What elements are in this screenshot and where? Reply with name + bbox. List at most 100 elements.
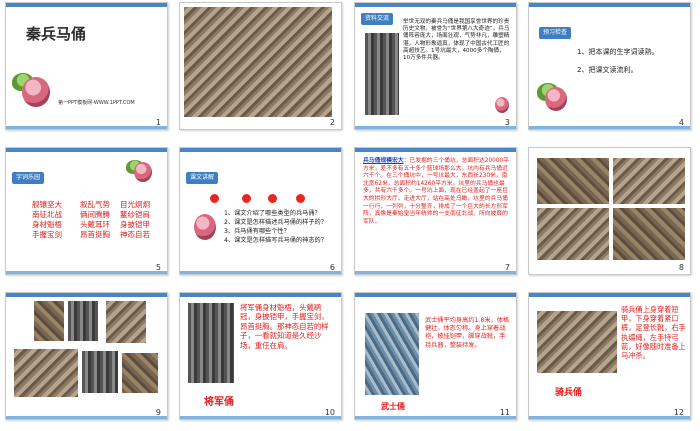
red-dot-icon [242, 194, 251, 203]
word-column-3: 目光炯炯 鳌纱铠肩 身披铠甲 神态自若 [120, 200, 150, 240]
section-tag: 字词乐园 [12, 172, 45, 184]
checklist-item: 2、把课文读流利。 [577, 66, 638, 74]
slide-footer: 第一PPT模板网-WWW.1PPT.COM [58, 100, 135, 106]
slide-top-bar [180, 148, 341, 152]
bronze-chariot-photo [365, 33, 399, 115]
section-tag: 预习检查 [539, 27, 572, 39]
slide-number: 8 [678, 263, 684, 272]
lead-phrase: 兵马俑规模宏大 [363, 158, 404, 164]
slide-bottom-bar [529, 416, 690, 419]
question-item: 3、兵马俑有哪些个性？ [224, 228, 290, 235]
cartoon-mascot-icon [545, 87, 567, 111]
slide-number: 1 [155, 118, 161, 127]
word-item: 身披铠甲 [120, 220, 150, 229]
word-item: 头戴耳环 [80, 220, 110, 229]
word-item: 手握宝剑 [32, 230, 62, 239]
word-item: 俩间腾腾 [80, 210, 110, 219]
slide-number: 9 [155, 408, 161, 417]
slide-thumbnail-4[interactable]: 预习检查 1、把本课的生字词读熟。 2、把课文读流利。 4 [528, 2, 691, 130]
warrior-figures-photo [68, 301, 98, 341]
slide-thumbnail-1[interactable]: 秦兵马俑 第一PPT模板网-WWW.1PPT.COM 1 [5, 2, 168, 130]
word-item: 南征北战 [32, 210, 62, 219]
slide-top-bar [529, 3, 690, 7]
slide-body-text: 举世无双的秦兵马俑是我国享誉世界的珍贵历史文物，被誉为“世界第八大奇迹”。兵马俑… [403, 19, 510, 62]
slide-number: 11 [499, 408, 510, 417]
slide-thumbnail-11[interactable]: 武士俑 武士俑平均身高约1.8米，体格健壮，体态匀称。身上穿着战袍，披挂铠甲，脚… [354, 292, 517, 420]
slide-top-bar [180, 293, 341, 297]
slide-thumbnail-6[interactable]: 课文讲解 1、课文介绍了哪些类型的兵马俑？ 2、课文是怎样描述兵马俑的样子的？ … [179, 147, 342, 275]
slide-title: 秦兵马俑 [26, 25, 87, 43]
slide-bottom-bar [529, 126, 690, 129]
slide-top-bar [355, 148, 516, 152]
word-item: 昂首挺胸 [80, 230, 110, 239]
image-caption: 将军俑 [204, 397, 234, 408]
slide-thumbnail-9[interactable]: 9 [5, 292, 168, 420]
slide-bottom-bar [6, 271, 167, 274]
slide-bottom-bar [6, 416, 167, 419]
army-ranks-photo [14, 349, 78, 397]
red-dot-icon [296, 194, 305, 203]
image-caption: 骑兵俑 [555, 388, 583, 398]
section-tag: 课文讲解 [186, 172, 219, 184]
slide-top-bar [355, 3, 516, 7]
terracotta-pit-photo [537, 208, 609, 260]
slide-number: 3 [504, 118, 510, 127]
body-paragraph: ：已发掘的三个俑坑，总面积达20000平方米，差不多有五十多个篮球场那么大。坑内… [363, 158, 509, 225]
slide-top-bar [6, 293, 167, 297]
word-item: 叙乱气势 [80, 200, 110, 209]
slide-number: 12 [673, 408, 684, 417]
slide-number: 2 [329, 118, 335, 127]
slide-bottom-bar [355, 126, 516, 129]
section-tag: 资料交流 [361, 13, 394, 25]
word-column-2: 叙乱气势 俩间腾腾 头戴耳环 昂首挺胸 [80, 200, 110, 240]
slide-thumbnail-10[interactable]: 将军俑 将军俑身材魁梧，头戴鹖冠，身披铠甲，手握宝剑，昂首挺胸。那神态自若的样子… [179, 292, 342, 420]
slide-body-text: 将军俑身材魁梧，头戴鹖冠，身披铠甲，手握宝剑，昂首挺胸。那神态自若的样子，一看就… [240, 303, 329, 350]
word-item: 舰镶坚大 [32, 200, 62, 209]
word-item: 目光炯炯 [120, 200, 150, 209]
kneeling-archer-photo [106, 301, 146, 343]
slide-body-text: 武士俑平均身高约1.8米，体格健壮，体态匀称。身上穿着战袍，披挂铠甲，脚穿战靴，… [425, 317, 510, 349]
slide-number: 4 [678, 118, 684, 127]
word-column-1: 舰镶坚大 南征北战 身材魁梧 手握宝剑 [32, 200, 62, 240]
red-dot-icon [210, 194, 219, 203]
word-item: 鳌纱铠肩 [120, 210, 150, 219]
checklist-item: 1、把本课的生字词读熟。 [577, 48, 659, 56]
slide-thumbnail-5[interactable]: 字词乐园 舰镶坚大 南征北战 身材魁梧 手握宝剑 叙乱气势 俩间腾腾 头戴耳环 … [5, 147, 168, 275]
word-item: 神态自若 [120, 230, 150, 239]
slide-thumbnail-3[interactable]: 资料交流 举世无双的秦兵马俑是我国享誉世界的珍贵历史文物，被誉为“世界第八大奇迹… [354, 2, 517, 130]
question-item: 4、课文是怎样描写兵马俑的神态的？ [224, 237, 327, 244]
slide-bottom-bar [180, 416, 341, 419]
slide-body-text: 骑兵俑上身穿着短甲，下身穿着紧口裤，足登长靴，右手执缰绳，左手持弓箭，好像随时准… [621, 305, 686, 361]
cavalry-horse-photo [537, 311, 617, 373]
chariot-photo [82, 351, 118, 393]
image-caption: 武士俑 [381, 402, 405, 411]
slide-bottom-bar [180, 271, 341, 274]
terracotta-pit-photo [613, 208, 685, 260]
slide-bottom-bar [355, 416, 516, 419]
slide-thumbnail-2[interactable]: 2 [179, 2, 342, 130]
slide-top-bar [6, 148, 167, 152]
slide-number: 7 [504, 263, 510, 272]
terracotta-pit-photo [537, 158, 609, 204]
slide-top-bar [6, 3, 167, 7]
slide-thumbnail-7[interactable]: 兵马俑规模宏大：已发掘的三个俑坑，总面积达20000平方米，差不多有五十多个篮球… [354, 147, 517, 275]
slide-number: 5 [155, 263, 161, 272]
question-item: 2、课文是怎样描述兵马俑的样子的？ [224, 219, 327, 226]
cartoon-mascot-icon [194, 214, 216, 240]
terracotta-army-photo [184, 7, 332, 117]
slide-thumbnail-12[interactable]: 骑兵俑 骑兵俑上身穿着短甲，下身穿着紧口裤，足登长靴，右手执缰绳，左手持弓箭，好… [528, 292, 691, 420]
bronze-chariot-photo [122, 353, 158, 393]
slide-body-text: 兵马俑规模宏大：已发掘的三个俑坑，总面积达20000平方米，差不多有五十多个篮球… [363, 158, 509, 226]
terracotta-pit-photo [613, 158, 685, 204]
slide-number: 10 [324, 408, 335, 417]
slide-sorter-grid: 秦兵马俑 第一PPT模板网-WWW.1PPT.COM 1 2 资料交流 举世无双… [0, 0, 700, 431]
slide-bottom-bar [6, 126, 167, 129]
slide-top-bar [355, 293, 516, 297]
general-figure-photo [188, 303, 234, 383]
question-item: 1、课文介绍了哪些类型的兵马俑？ [224, 210, 321, 217]
slide-thumbnail-8[interactable]: 8 [528, 147, 691, 275]
cartoon-mascot-icon [22, 77, 50, 107]
cartoon-mascot-icon [495, 97, 509, 113]
warrior-head-photo [34, 301, 64, 341]
slide-top-bar [529, 293, 690, 297]
